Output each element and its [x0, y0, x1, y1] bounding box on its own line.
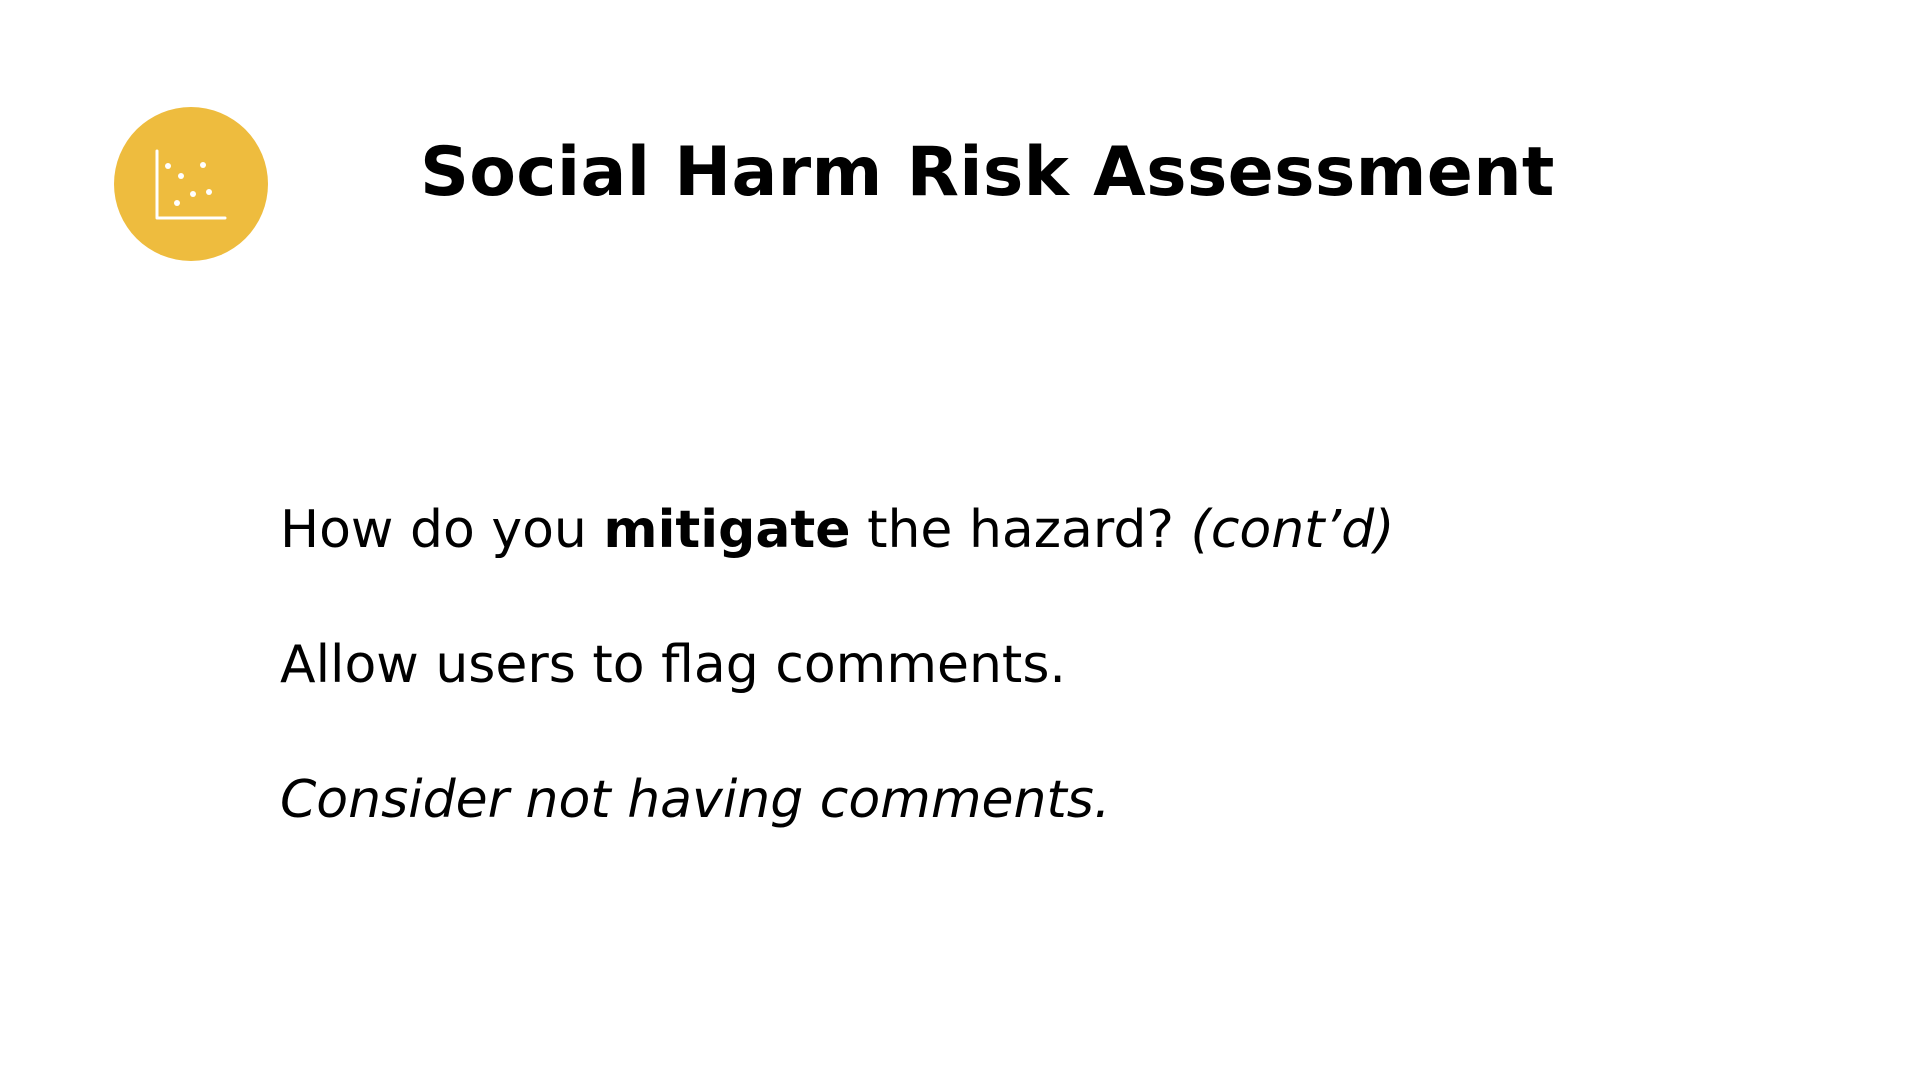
- question-end: the hazard?: [850, 500, 1191, 560]
- point-no-comments: Consider not having comments.: [280, 770, 1111, 830]
- question-start: How do you: [280, 500, 604, 560]
- slide-body: How do you mitigate the hazard? (cont’d)…: [280, 496, 1780, 834]
- section-badge: [114, 107, 268, 261]
- scatter-plot-icon: [155, 149, 227, 220]
- slide: Social Harm Risk Assessment How do you m…: [0, 0, 1920, 1080]
- question-line: How do you mitigate the hazard? (cont’d): [280, 496, 1780, 564]
- continued-note: (cont’d): [1190, 500, 1395, 560]
- point-flag-comments: Allow users to flag comments.: [280, 635, 1066, 695]
- question-emphasis: mitigate: [603, 500, 851, 560]
- slide-title: Social Harm Risk Assessment: [420, 133, 1555, 212]
